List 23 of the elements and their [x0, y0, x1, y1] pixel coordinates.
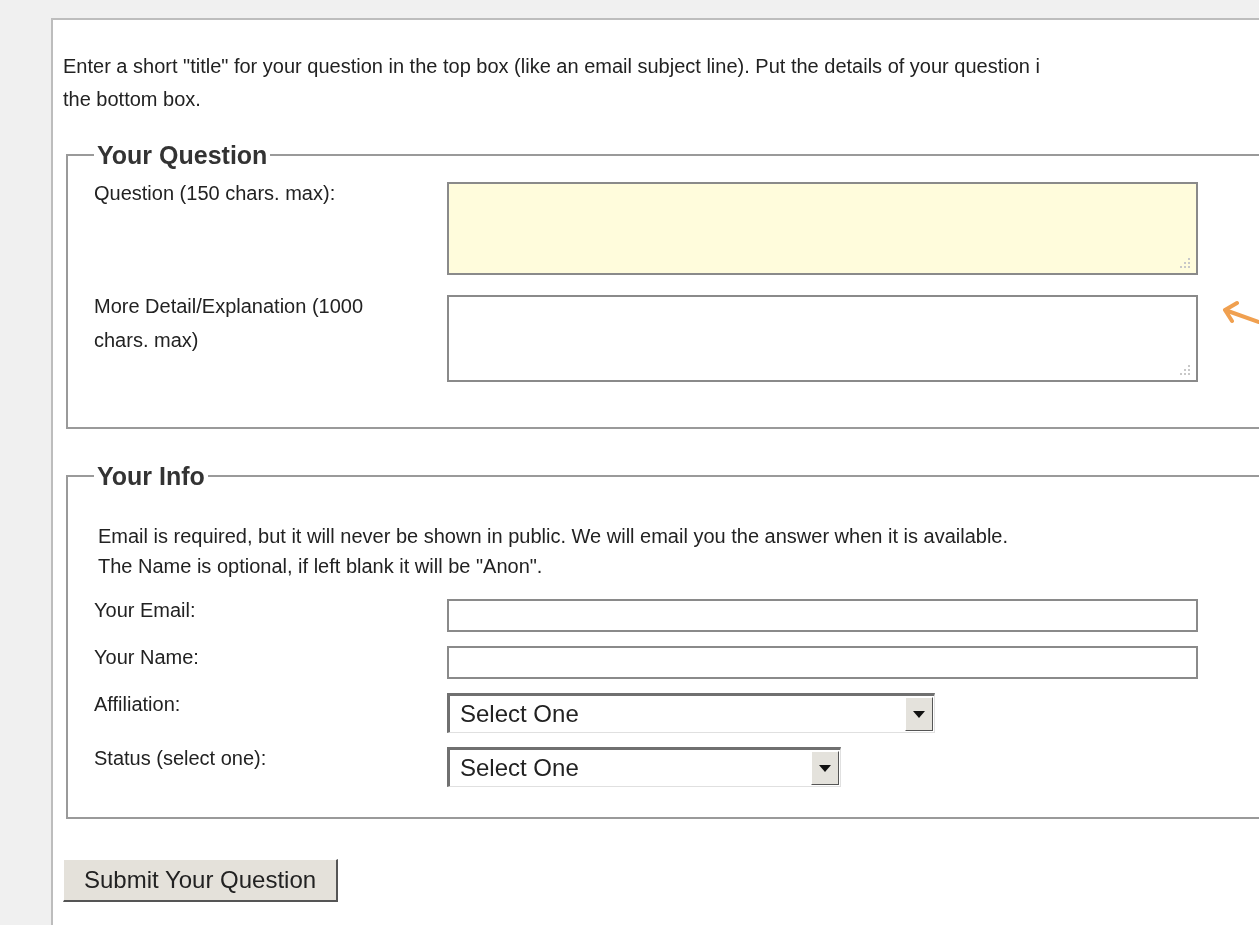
field-label: More Detail/Explanation (1000 [94, 294, 364, 319]
instructions-text: the bottom box. [63, 87, 201, 112]
section-title: Your Info [96, 461, 206, 491]
field-label: Your Name: [94, 645, 199, 670]
instructions-text: Enter a short "title" for your question in the top box (like an email subject line). Put the details of your question i [63, 54, 1040, 79]
text-area[interactable] [447, 295, 1198, 382]
field-label: Affiliation: [94, 692, 181, 717]
field-label: chars. max) [94, 328, 199, 353]
info-text: The Name is optional, if left blank it will be "Anon". [98, 554, 543, 579]
info-text: Email is required, but it will never be shown in public. We will email you the answer when it is available. [98, 524, 1009, 549]
dropdown[interactable]: Select One [447, 693, 935, 733]
resize-grip-icon[interactable] [1179, 364, 1191, 376]
arrow-icon [1221, 300, 1259, 326]
text-input[interactable] [447, 599, 1198, 632]
text-input[interactable] [447, 646, 1198, 679]
section-title: Your Question [96, 140, 269, 170]
text-area[interactable] [447, 182, 1198, 275]
field-label: Status (select one): [94, 746, 267, 771]
dropdown[interactable]: Select One [447, 747, 841, 787]
field-label: Question (150 chars. max): [94, 181, 336, 206]
submit-button[interactable]: Submit Your Question [63, 859, 339, 902]
resize-grip-icon[interactable] [1179, 257, 1191, 269]
field-label: Your Email: [94, 598, 196, 623]
